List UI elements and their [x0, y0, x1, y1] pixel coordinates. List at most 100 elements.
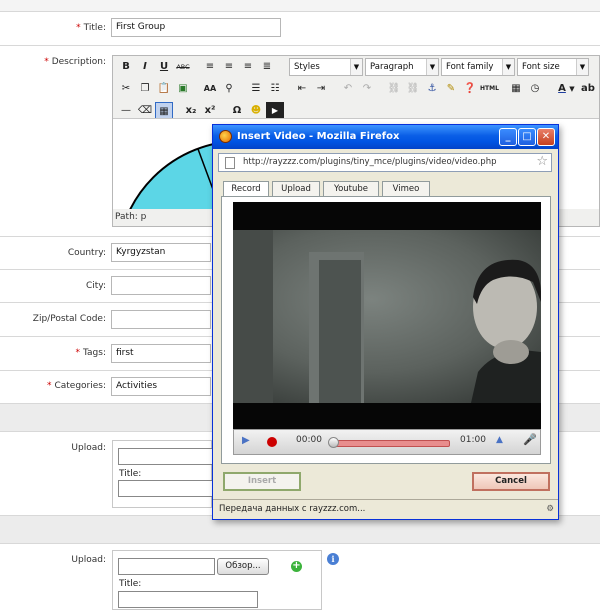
tags-label: * Tags:	[75, 348, 106, 358]
chevron-down-icon: ▼	[350, 59, 362, 75]
title-input[interactable]: First Group	[111, 18, 281, 37]
cleanup-icon[interactable]: ✎	[442, 80, 460, 98]
indent-icon[interactable]: ⇥	[312, 80, 330, 98]
star-icon[interactable]: ☆	[536, 154, 548, 170]
underline-button[interactable]: U	[155, 58, 173, 76]
person-neck	[493, 340, 529, 364]
record-panel: ▶ 00:00 01:00 ▲ 🎤	[221, 196, 551, 464]
link-icon[interactable]: ⛓	[385, 80, 403, 98]
country-label: Country:	[67, 248, 106, 258]
page-icon	[225, 157, 235, 169]
microphone-icon[interactable]: 🎤	[523, 433, 537, 446]
find-icon[interactable]: AA	[201, 80, 219, 98]
record-icon[interactable]	[267, 437, 277, 447]
title-label: * Title:	[76, 23, 106, 33]
resize-grip-icon[interactable]: ⚙	[546, 500, 554, 519]
window-title: Insert Video - Mozilla Firefox	[237, 131, 400, 142]
strikethrough-button[interactable]: ABC	[174, 58, 192, 76]
maximize-button[interactable]: □	[518, 128, 536, 146]
tab-record[interactable]: Record	[223, 181, 269, 197]
chevron-down-icon: ▼	[576, 59, 588, 75]
webcam-video[interactable]	[233, 202, 541, 429]
copy-icon[interactable]: ❐	[136, 80, 154, 98]
help-icon[interactable]: ❓	[461, 80, 479, 98]
description-label: * Description:	[44, 57, 106, 67]
firefox-icon	[219, 130, 232, 143]
replace-icon[interactable]: ⚲	[220, 80, 238, 98]
minimize-button[interactable]: _	[499, 128, 517, 146]
tab-vimeo[interactable]: Vimeo	[382, 181, 430, 196]
upload-title-label: Title:	[119, 579, 142, 589]
tab-upload[interactable]: Upload	[272, 181, 320, 196]
redo-icon[interactable]: ↷	[358, 80, 376, 98]
numbered-list-icon[interactable]: ☷	[266, 80, 284, 98]
chevron-down-icon[interactable]: ▼	[567, 80, 577, 98]
anchor-icon[interactable]: ⚓	[423, 80, 441, 98]
categories-label: * Categories:	[46, 381, 106, 391]
file-input[interactable]	[118, 448, 213, 465]
section-divider	[0, 516, 600, 544]
italic-button[interactable]: I	[136, 58, 154, 76]
upload-box: Обзор... Title:	[112, 550, 322, 610]
bold-button[interactable]: B	[117, 58, 135, 76]
upload-label: Upload:	[71, 443, 106, 453]
video-controls: ▶ 00:00 01:00 ▲ 🎤	[233, 429, 541, 455]
title-row	[0, 0, 600, 12]
zip-label: Zip/Postal Code:	[32, 314, 106, 324]
align-center-icon[interactable]: ≡	[220, 58, 238, 76]
html-source-button[interactable]: HTML	[480, 80, 499, 98]
cut-icon[interactable]: ✂	[117, 80, 135, 98]
chevron-down-icon: ▼	[426, 59, 438, 75]
title-row: * Title: First Group	[0, 12, 600, 46]
window-titlebar[interactable]: Insert Video - Mozilla Firefox _ □ ✕	[213, 125, 558, 149]
status-text: Передача данных с rayzzz.com...	[219, 504, 366, 514]
url-text: http://rayzzz.com/plugins/tiny_mce/plugi…	[243, 157, 497, 167]
url-bar[interactable]: http://rayzzz.com/plugins/tiny_mce/plugi…	[218, 153, 552, 172]
status-bar: Передача данных с rayzzz.com... ⚙	[213, 499, 558, 519]
date-icon[interactable]: ▦	[507, 80, 525, 98]
styles-select[interactable]: Styles ▼	[289, 58, 363, 76]
play-icon[interactable]: ▶	[242, 435, 250, 446]
undo-icon[interactable]: ↶	[339, 80, 357, 98]
seek-handle[interactable]	[328, 437, 339, 448]
align-left-icon[interactable]: ≡	[201, 58, 219, 76]
backcolor-icon[interactable]: ab	[579, 80, 597, 98]
browse-button[interactable]: Обзор...	[217, 558, 269, 575]
editor-toolbar-row1: B I U ABC ≡ ≡ ≡ ≣ Styles ▼ Paragraph ▼ Fon…	[115, 58, 599, 78]
volume-up-icon[interactable]: ▲	[496, 435, 503, 445]
close-button[interactable]: ✕	[537, 128, 555, 146]
city-input[interactable]	[111, 276, 211, 295]
zip-input[interactable]	[111, 310, 211, 329]
webcam-frame	[233, 230, 541, 403]
insert-video-window: Insert Video - Mozilla Firefox _ □ ✕ htt…	[212, 124, 559, 520]
upload-title-input[interactable]	[118, 480, 213, 497]
bullet-list-icon[interactable]: ☰	[247, 80, 265, 98]
editor-toolbar-row2: ✂ ❐ 📋 ▣ AA ⚲ ☰ ☷ ⇤ ⇥ ↶ ↷ ⛓ ⛓ ⚓ ✎ ❓ HTML …	[115, 80, 599, 100]
unlink-icon[interactable]: ⛓	[404, 80, 422, 98]
add-icon[interactable]: +	[291, 561, 302, 572]
font-size-select[interactable]: Font size ▼	[517, 58, 589, 76]
upload-label: Upload:	[71, 555, 106, 565]
paragraph-select[interactable]: Paragraph ▼	[365, 58, 439, 76]
cancel-button[interactable]: Cancel	[472, 472, 550, 491]
font-family-select[interactable]: Font family ▼	[441, 58, 515, 76]
align-justify-icon[interactable]: ≣	[258, 58, 276, 76]
paste-icon[interactable]: 📋	[155, 80, 173, 98]
categories-select[interactable]: Activities	[111, 377, 211, 396]
info-icon[interactable]: i	[327, 553, 339, 565]
insert-button[interactable]: Insert	[223, 472, 301, 491]
file-input[interactable]	[118, 558, 215, 575]
upload-box: Title:	[112, 440, 213, 508]
outdent-icon[interactable]: ⇤	[293, 80, 311, 98]
country-select[interactable]: Kyrgyzstan	[111, 243, 211, 262]
align-right-icon[interactable]: ≡	[239, 58, 257, 76]
paste-word-icon[interactable]: ▣	[174, 80, 192, 98]
upload-title-label: Title:	[119, 469, 142, 479]
city-label: City:	[85, 281, 106, 291]
total-time: 01:00	[460, 435, 486, 445]
tab-youtube[interactable]: Youtube	[323, 181, 379, 196]
tags-input[interactable]: first	[111, 344, 211, 363]
seek-bar[interactable]	[334, 440, 450, 447]
time-icon[interactable]: ◷	[526, 80, 544, 98]
current-time: 00:00	[296, 435, 322, 445]
